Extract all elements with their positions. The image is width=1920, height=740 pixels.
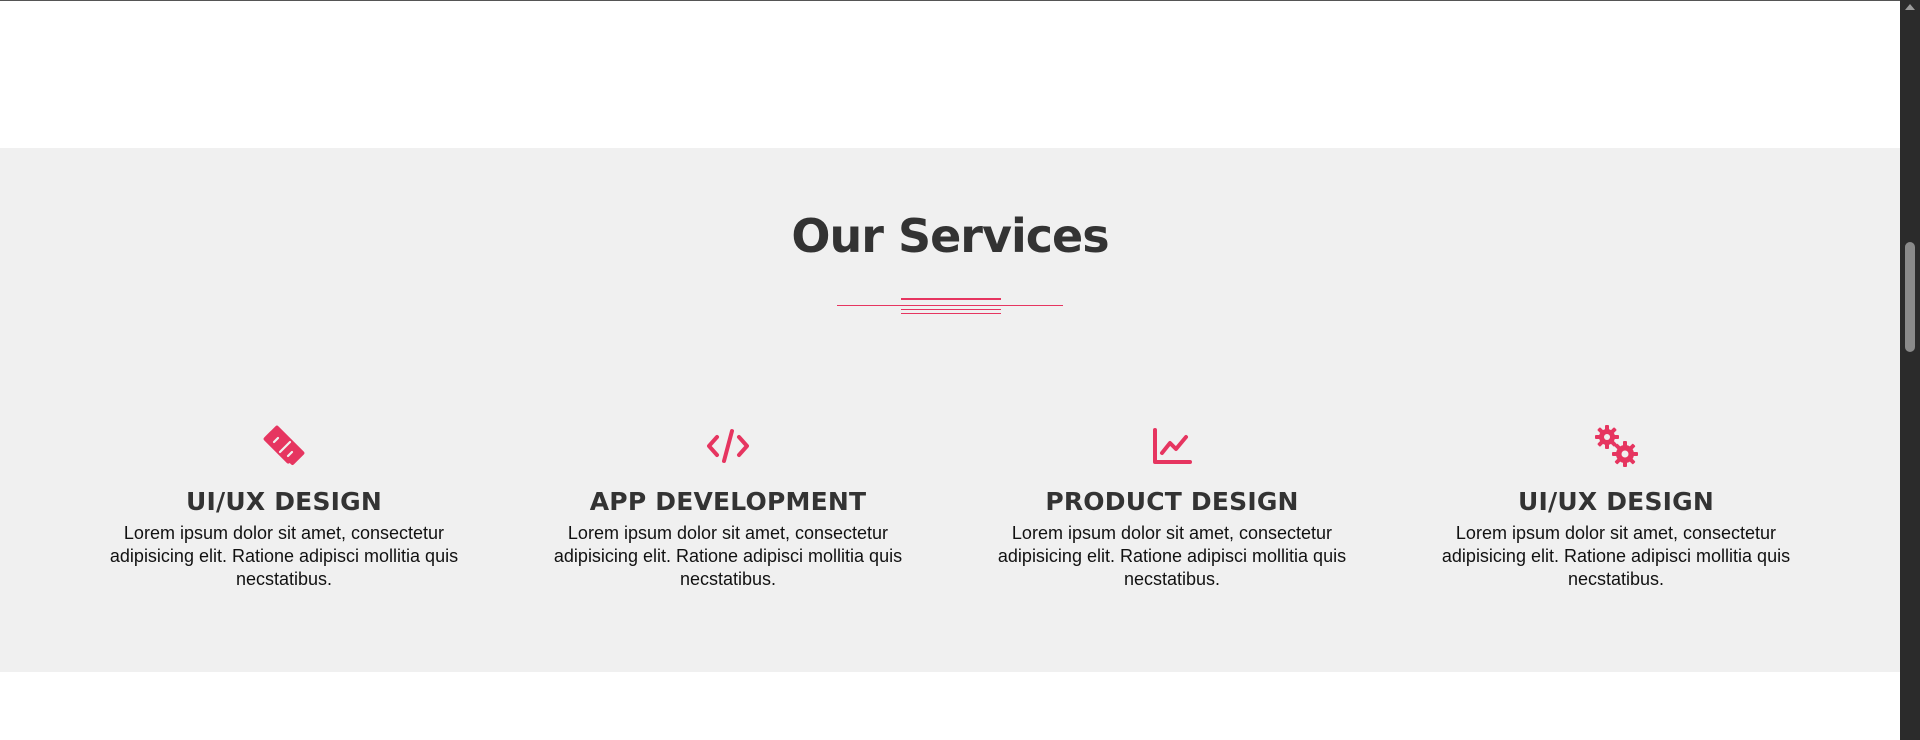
cogs-icon <box>1592 422 1640 470</box>
section-title: Our Services <box>791 209 1109 263</box>
vertical-scrollbar[interactable] <box>1900 0 1920 740</box>
page: Our Services UI/UX DESIGN Lorem ipsum do… <box>0 0 1900 740</box>
service-card-ui-ux-design: UI/UX DESIGN Lorem ipsum dolor sit amet,… <box>94 422 474 591</box>
pencil-ruler-icon <box>260 422 308 470</box>
service-description: Lorem ipsum dolor sit amet, consectetur … <box>109 523 459 589</box>
service-title: PRODUCT DESIGN <box>1045 487 1299 516</box>
chart-line-icon <box>1148 422 1196 470</box>
service-title: UI/UX DESIGN <box>186 487 382 516</box>
service-card-ui-ux-design-2: UI/UX DESIGN Lorem ipsum dolor sit amet,… <box>1426 422 1806 591</box>
service-description: Lorem ipsum dolor sit amet, consectetur … <box>1441 523 1791 589</box>
scroll-up-arrow-icon[interactable] <box>1905 4 1915 10</box>
service-card-app-development: APP DEVELOPMENT Lorem ipsum dolor sit am… <box>538 422 918 591</box>
service-card-product-design: PRODUCT DESIGN Lorem ipsum dolor sit ame… <box>982 422 1362 591</box>
title-divider <box>837 298 1063 316</box>
service-description: Lorem ipsum dolor sit amet, consectetur … <box>997 523 1347 589</box>
services-section: Our Services UI/UX DESIGN Lorem ipsum do… <box>0 148 1900 672</box>
service-title: UI/UX DESIGN <box>1518 487 1714 516</box>
code-icon <box>704 422 752 470</box>
service-description: Lorem ipsum dolor sit amet, consectetur … <box>553 523 903 589</box>
service-title: APP DEVELOPMENT <box>589 487 867 516</box>
scrollbar-thumb[interactable] <box>1905 242 1915 352</box>
